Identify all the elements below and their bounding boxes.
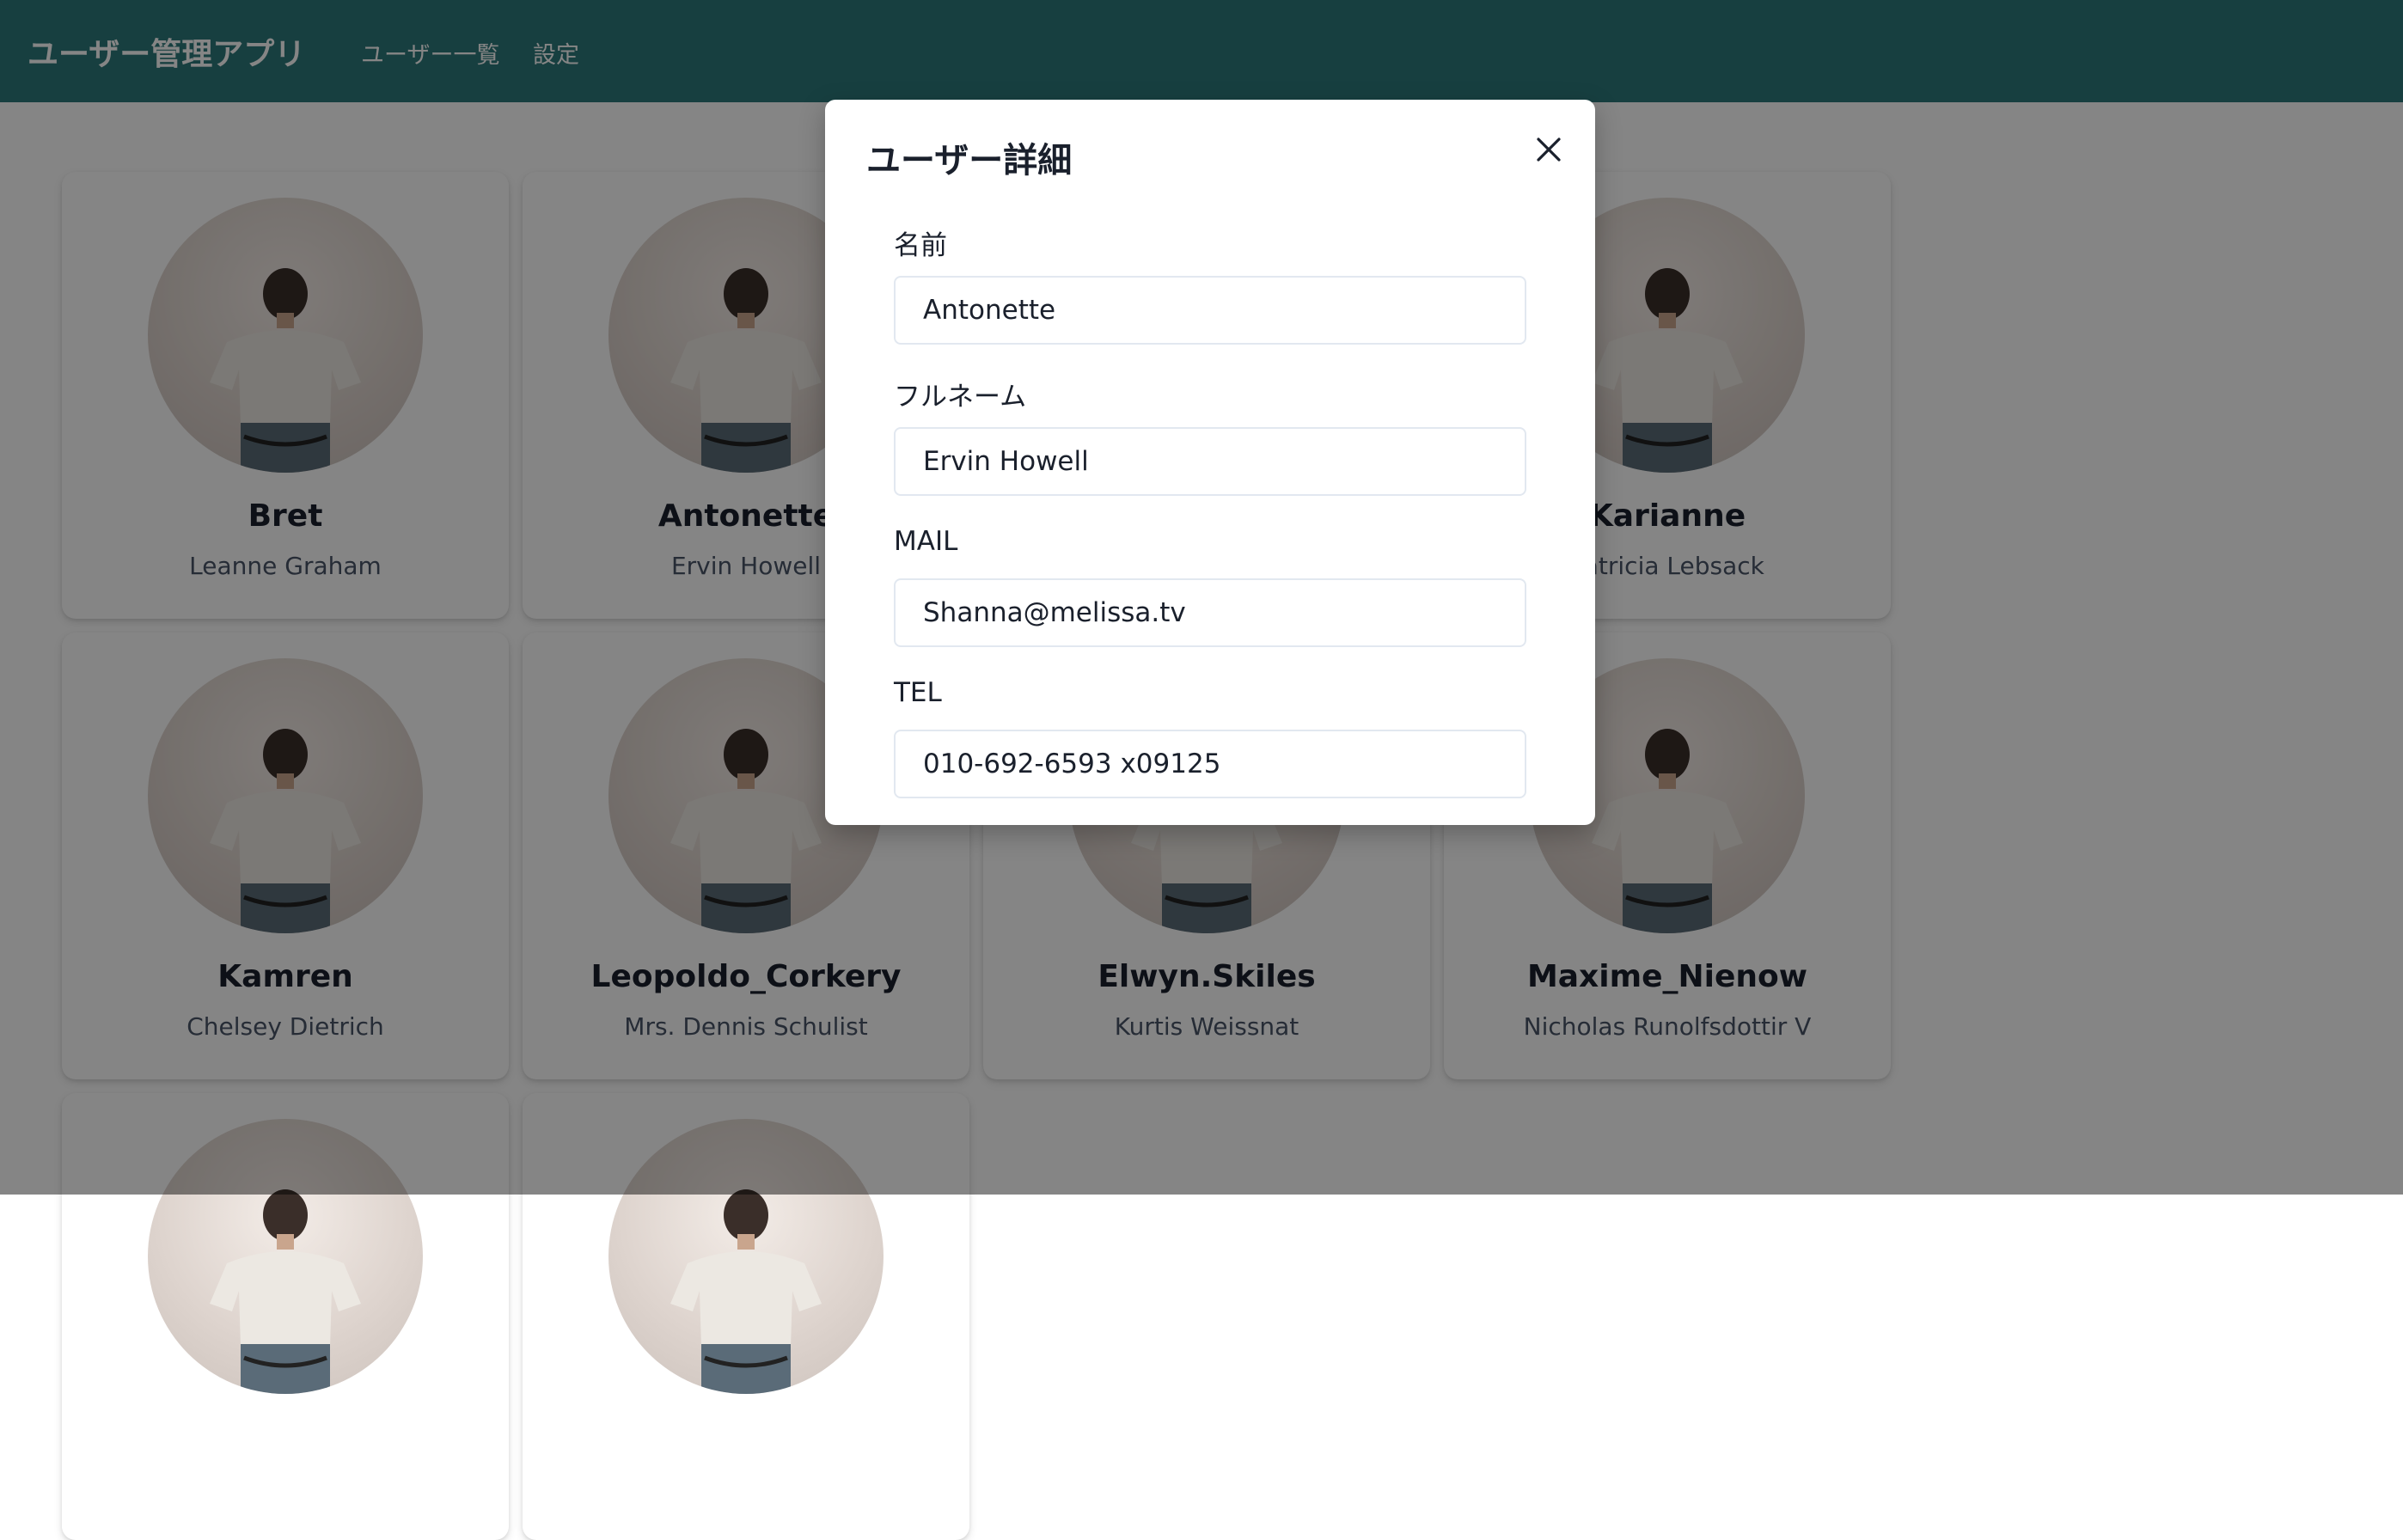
field-label-name: 名前 [894,230,947,261]
name-field[interactable] [894,276,1526,345]
user-detail-modal: ユーザー詳細 名前 フルネーム MAIL TEL [825,100,1595,825]
close-icon [1536,137,1562,162]
email-field[interactable] [894,578,1526,647]
fullname-field[interactable] [894,427,1526,496]
field-label-tel: TEL [894,677,942,708]
field-label-mail: MAIL [894,526,958,557]
close-button[interactable] [1523,124,1574,175]
modal-title: ユーザー詳細 [866,141,1073,180]
field-label-fullname: フルネーム [894,382,1027,412]
tel-field[interactable] [894,730,1526,798]
